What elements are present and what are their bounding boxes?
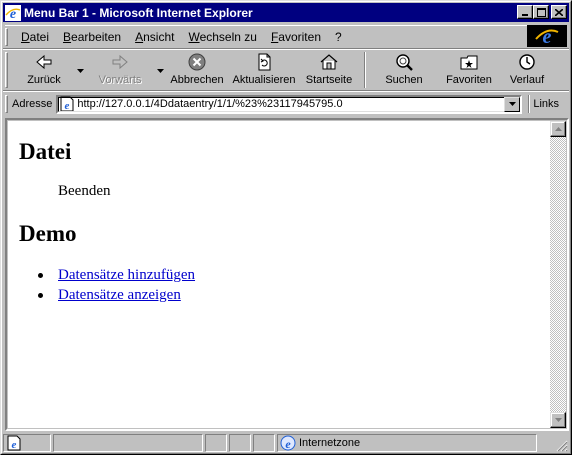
resize-grip-icon[interactable] — [556, 440, 568, 452]
list-item: Datensätze hinzufügen — [38, 265, 195, 285]
close-button[interactable] — [551, 5, 567, 19]
svg-text:e: e — [543, 26, 552, 46]
maximize-button[interactable] — [533, 5, 549, 19]
home-label: Startseite — [305, 74, 353, 86]
back-arrow-icon — [36, 54, 52, 70]
address-input[interactable]: e http://127.0.0.1/4Ddataentry/1/1/%23%2… — [56, 94, 523, 114]
title-bar[interactable]: e Menu Bar 1 - Microsoft Internet Explor… — [3, 3, 569, 22]
heading-datei: Datei — [19, 139, 72, 164]
menu-favoriten[interactable]: Favoriten — [264, 30, 328, 44]
status-progress-cell — [53, 434, 203, 452]
svg-text:e: e — [65, 100, 70, 112]
favorites-button[interactable]: Favoriten — [436, 50, 502, 90]
stop-label: Abbrechen — [170, 74, 224, 86]
forward-arrow-icon — [112, 54, 128, 70]
menu-entry-beenden: Beenden — [58, 183, 111, 199]
favorites-icon — [460, 55, 478, 70]
search-button[interactable]: Suchen — [372, 50, 436, 90]
heading-demo: Demo — [19, 221, 77, 246]
scroll-down-button[interactable] — [550, 412, 566, 428]
stop-icon — [188, 53, 206, 71]
link-datensaetze-anzeigen[interactable]: Datensätze anzeigen — [58, 287, 181, 304]
status-cell — [253, 434, 275, 452]
back-dropdown[interactable] — [74, 50, 86, 90]
history-button[interactable]: Verlauf — [502, 50, 552, 90]
scroll-up-button[interactable] — [550, 121, 566, 137]
zone-cell: e Internetzone — [277, 434, 537, 452]
refresh-label: Aktualisieren — [232, 74, 296, 86]
home-icon — [320, 54, 338, 70]
back-button[interactable]: Zurück — [14, 50, 74, 90]
ie-logo-icon: e — [5, 4, 21, 21]
window-controls — [517, 5, 567, 19]
status-cell — [229, 434, 251, 452]
vertical-scrollbar[interactable] — [550, 121, 566, 428]
menu-wechseln-zu[interactable]: Wechseln zu — [181, 30, 263, 44]
page-icon: e — [60, 96, 74, 112]
status-bar: e e Internetzone — [3, 433, 569, 453]
svg-text:e: e — [12, 439, 17, 451]
search-icon — [396, 54, 413, 71]
standard-toolbar: Zurück Vorwärts Abbrechen Aktualisieren … — [5, 50, 569, 90]
refresh-icon — [258, 53, 271, 71]
toolbar-grip[interactable] — [5, 95, 8, 113]
address-dropdown-button[interactable] — [504, 96, 521, 112]
home-button[interactable]: Startseite — [300, 50, 358, 90]
links-separator — [528, 95, 531, 113]
status-text-cell: e — [3, 434, 51, 452]
maximize-icon — [536, 7, 546, 17]
chevron-down-icon — [76, 69, 84, 73]
content-frame: Datei Beenden Demo Datensätze hinzufügen… — [5, 118, 569, 431]
links-button[interactable]: Links — [533, 98, 559, 110]
minimize-icon — [522, 14, 528, 16]
stop-button[interactable]: Abbrechen — [166, 50, 228, 90]
address-url: http://127.0.0.1/4Ddataentry/1/1/%23%231… — [77, 98, 343, 110]
back-label: Zurück — [27, 74, 61, 86]
menu-datei[interactable]: Datei — [14, 30, 56, 44]
internet-zone-icon: e — [280, 435, 296, 451]
menu-bearbeiten[interactable]: Bearbeiten — [56, 30, 128, 44]
link-datensaetze-hinzufuegen[interactable]: Datensätze hinzufügen — [58, 267, 195, 284]
toolbar-divider — [3, 90, 569, 92]
history-icon — [519, 54, 535, 70]
toolbar-grip[interactable] — [5, 52, 8, 88]
toolbar-grip[interactable] — [5, 27, 8, 46]
status-cell — [205, 434, 227, 452]
menu-help[interactable]: ? — [328, 30, 349, 44]
menu-bar: Datei Bearbeiten Ansicht Wechseln zu Fav… — [5, 25, 527, 47]
toolbar-separator — [364, 52, 366, 88]
refresh-button[interactable]: Aktualisieren — [228, 50, 300, 90]
list-item: Datensätze anzeigen — [38, 285, 195, 305]
search-label: Suchen — [385, 74, 423, 86]
page-content: Datei Beenden Demo Datensätze hinzufügen… — [8, 121, 552, 428]
bullet — [38, 292, 43, 298]
zone-label: Internetzone — [299, 437, 361, 449]
ie-logo-icon: e — [535, 26, 559, 46]
menu-ansicht[interactable]: Ansicht — [128, 30, 181, 44]
browser-window: e Menu Bar 1 - Microsoft Internet Explor… — [0, 0, 572, 455]
bullet — [38, 272, 43, 278]
address-label: Adresse — [12, 98, 53, 110]
close-icon — [555, 8, 563, 16]
history-label: Verlauf — [509, 74, 545, 86]
chevron-up-icon — [554, 127, 562, 131]
svg-text:e: e — [285, 437, 291, 451]
forward-dropdown[interactable] — [154, 50, 166, 90]
page-icon: e — [7, 435, 21, 451]
chevron-down-icon — [554, 418, 562, 422]
forward-label: Vorwärts — [98, 74, 142, 86]
address-bar: Adresse e http://127.0.0.1/4Ddataentry/1… — [5, 93, 569, 115]
minimize-button[interactable] — [517, 5, 533, 19]
ie-throbber: e — [527, 25, 567, 47]
forward-button[interactable]: Vorwärts — [86, 50, 154, 90]
chevron-down-icon — [156, 69, 164, 73]
window-title: Menu Bar 1 - Microsoft Internet Explorer — [24, 5, 253, 20]
chevron-down-icon — [508, 102, 516, 106]
favorites-label: Favoriten — [446, 74, 492, 86]
demo-link-list: Datensätze hinzufügen Datensätze anzeige… — [38, 265, 195, 305]
